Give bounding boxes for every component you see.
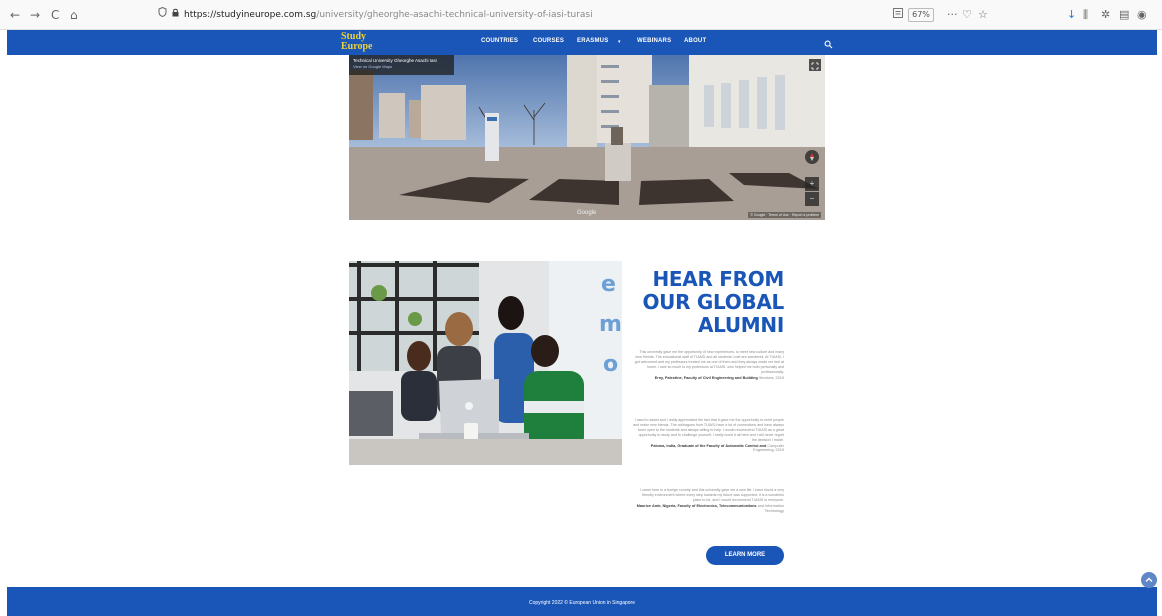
account-icon[interactable]: ◉ xyxy=(1137,8,1147,22)
site-logo[interactable]: Study Europe xyxy=(341,32,381,53)
back-icon[interactable]: ← xyxy=(10,8,20,22)
learn-more-button[interactable]: LEARN MORE xyxy=(706,546,784,565)
testimonial-author: Maurice Amir, Nigeria, Faculty of Electr… xyxy=(636,503,757,508)
reader-view-icon[interactable] xyxy=(893,8,903,22)
scroll-to-top-button[interactable] xyxy=(1141,572,1157,588)
sidebar-icon[interactable]: ▤ xyxy=(1119,8,1129,22)
browser-toolbar: ← → C ⌂ https://studyineurope.com.sg/uni… xyxy=(0,0,1162,30)
zoom-out-button[interactable]: − xyxy=(805,192,819,206)
testimonial: I used to assist and I really appreciate… xyxy=(633,418,784,453)
google-logo: Google xyxy=(577,210,597,216)
nav-courses[interactable]: COURSES xyxy=(533,38,564,44)
home-icon[interactable]: ⌂ xyxy=(70,8,78,22)
svg-text:o: o xyxy=(603,352,618,377)
nav-countries[interactable]: COUNTRIES xyxy=(481,38,518,44)
alumni-photo: e m o xyxy=(349,261,622,465)
shield-icon[interactable] xyxy=(158,6,167,23)
download-icon[interactable]: ↓ xyxy=(1067,8,1076,22)
nav-erasmus[interactable]: ERASMUS xyxy=(577,38,608,44)
street-view-embed[interactable]: Technical University Gheorghe Asachi Ias… xyxy=(349,55,825,220)
bookmark-star-icon[interactable]: ☆ xyxy=(978,8,988,22)
street-view-scene xyxy=(349,55,825,220)
lock-icon[interactable] xyxy=(172,7,179,23)
fullscreen-icon[interactable] xyxy=(809,59,821,71)
extension-icon[interactable]: ✲ xyxy=(1101,8,1110,22)
map-terms[interactable]: © Google · Terms of Use · Report a probl… xyxy=(748,212,821,218)
chevron-up-icon xyxy=(1145,577,1153,582)
reload-icon[interactable]: C xyxy=(51,8,59,22)
library-icon[interactable]: ⫼ xyxy=(1083,8,1088,22)
copyright-text: Copyright 2022 © European Union in Singa… xyxy=(529,600,635,606)
zoom-level-badge[interactable]: 67% xyxy=(908,8,934,22)
more-actions-icon[interactable]: ··· xyxy=(947,8,958,22)
testimonial: This university gave me the opportunity … xyxy=(634,350,784,380)
zoom-in-button[interactable]: + xyxy=(805,177,819,191)
chevron-down-icon[interactable]: ▾ xyxy=(618,39,621,45)
svg-text:m: m xyxy=(599,312,622,337)
nav-about[interactable]: ABOUT xyxy=(684,38,706,44)
alumni-heading: HEAR FROM OUR GLOBAL ALUMNI xyxy=(642,267,784,337)
place-name-card[interactable]: Technical University Gheorghe Asachi Ias… xyxy=(349,55,454,75)
testimonial-author: Paloma, India, Graduate of the Faculty o… xyxy=(650,443,767,448)
students-laptop-image: e m o xyxy=(349,261,622,465)
site-footer: Copyright 2022 © European Union in Singa… xyxy=(7,587,1157,616)
forward-icon[interactable]: → xyxy=(30,8,40,22)
nav-webinars[interactable]: WEBINARS xyxy=(637,38,671,44)
compass-icon[interactable] xyxy=(805,150,819,164)
view-on-maps-link[interactable]: View on Google Maps xyxy=(353,64,450,70)
search-icon[interactable] xyxy=(824,36,833,49)
address-bar[interactable]: https://studyineurope.com.sg/university/… xyxy=(158,6,878,23)
url-text: https://studyineurope.com.sg/university/… xyxy=(184,10,593,20)
site-header: Study Europe COUNTRIES COURSES ERASMUS ▾… xyxy=(7,30,1157,55)
pocket-icon[interactable]: ♡ xyxy=(962,8,972,22)
svg-text:e: e xyxy=(601,272,616,297)
testimonial-author: Erny, Palestine, Faculty of Civil Engine… xyxy=(654,375,758,380)
testimonial: I came here in a foreign country and thi… xyxy=(636,488,784,513)
